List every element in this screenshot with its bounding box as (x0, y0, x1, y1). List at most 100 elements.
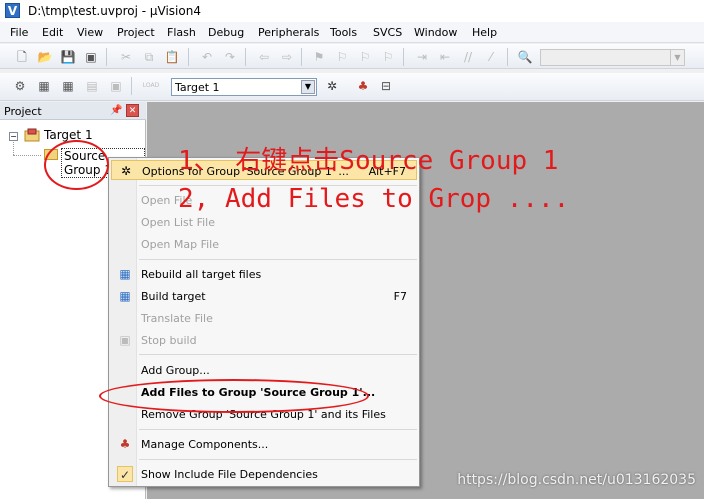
target-options-icon[interactable]: ✲ (324, 78, 340, 94)
menu-tools[interactable]: Tools (330, 26, 357, 39)
save-icon[interactable]: 💾 (60, 49, 76, 65)
menu-item-label: Show Include File Dependencies (141, 468, 318, 481)
new-file-icon[interactable]: 🗋 (14, 49, 30, 65)
rebuild-icon: ▦ (119, 267, 131, 281)
menu-debug[interactable]: Debug (208, 26, 244, 39)
toolbar-separator (301, 48, 302, 66)
menu-peripherals[interactable]: Peripherals (258, 26, 319, 39)
unindent-icon[interactable]: ⇤ (437, 49, 453, 65)
paste-icon[interactable]: 📋 (164, 49, 180, 65)
menu-separator (139, 354, 417, 355)
annotation-step-1: 1、 右键点击Source Group 1 (178, 146, 559, 176)
target-select-value: Target 1 (175, 81, 220, 94)
target-icon (24, 128, 40, 142)
build-icon[interactable]: ▦ (36, 78, 52, 94)
chevron-down-icon: ▼ (301, 80, 315, 94)
menu-item-open-map-file[interactable]: Open Map File (111, 234, 417, 254)
stop-build-icon[interactable]: ▣ (108, 78, 124, 94)
find-combo[interactable]: ▼ (540, 49, 685, 66)
menu-item-stop-build[interactable]: ▣ Stop build (111, 330, 417, 350)
menu-item-add-group[interactable]: Add Group... (111, 360, 417, 380)
tree-collapse-toggle[interactable]: − (9, 132, 18, 141)
bookmark-clear-icon[interactable]: ⚐ (380, 49, 396, 65)
build-icon: ▦ (119, 289, 131, 303)
bookmark-prev-icon[interactable]: ⚐ (334, 49, 350, 65)
menu-item-manage-components[interactable]: ♣ Manage Components... (111, 434, 417, 454)
redo-icon[interactable]: ↷ (222, 49, 238, 65)
annotation-circle-add-files (99, 379, 369, 413)
find-in-files-icon[interactable]: 🔍 (517, 49, 533, 65)
window-title: D:\tmp\test.uvproj - µVision4 (28, 4, 201, 18)
nav-forward-icon[interactable]: ⇨ (279, 49, 295, 65)
menu-separator (139, 459, 417, 460)
toolbar-separator (507, 48, 508, 66)
menu-project[interactable]: Project (117, 26, 155, 39)
menu-item-label: Rebuild all target files (141, 268, 262, 281)
menu-item-show-include-deps[interactable]: ✓ Show Include File Dependencies (111, 464, 417, 484)
menu-item-translate-file[interactable]: Translate File (111, 308, 417, 328)
menu-item-label: Translate File (141, 312, 213, 325)
menu-item-build-target[interactable]: ▦ Build target F7 (111, 286, 417, 306)
menu-svcs[interactable]: SVCS (373, 26, 402, 39)
menu-item-label: Open Map File (141, 238, 219, 251)
load-download-icon[interactable]: LOAD (141, 78, 161, 94)
toolbar-separator (131, 77, 132, 95)
menu-window[interactable]: Window (414, 26, 457, 39)
menu-item-shortcut: F7 (393, 290, 407, 303)
toolbar-separator (106, 48, 107, 66)
nav-back-icon[interactable]: ⇦ (256, 49, 272, 65)
menu-item-label: Open List File (141, 216, 216, 229)
project-panel-title: Project (4, 105, 42, 118)
toolbar-separator (188, 48, 189, 66)
chevron-down-icon: ▼ (670, 50, 684, 65)
watermark-text: https://blog.csdn.net/u013162035 (457, 472, 696, 488)
pin-icon[interactable]: 📌 (110, 105, 122, 116)
project-panel-header: Project 📌 ✕ (0, 102, 146, 120)
uvision-app-icon: V (5, 3, 20, 18)
save-all-icon[interactable]: ▣ (83, 49, 99, 65)
tree-line (13, 155, 41, 156)
menu-item-label: Build target (141, 290, 206, 303)
open-folder-icon[interactable]: 📂 (37, 49, 53, 65)
indent-icon[interactable]: ⇥ (414, 49, 430, 65)
menu-bar: File Edit View Project Flash Debug Perip… (0, 22, 704, 43)
annotation-circle-source-group (44, 140, 109, 190)
bookmark-toggle-icon[interactable]: ⚑ (311, 49, 327, 65)
cut-icon[interactable]: ✂ (118, 49, 134, 65)
comment-icon[interactable]: // (460, 49, 476, 65)
tree-line (13, 142, 14, 155)
file-extensions-icon[interactable]: ⊟ (378, 78, 394, 94)
menu-item-label: Stop build (141, 334, 197, 347)
target-select[interactable]: Target 1 ▼ (171, 78, 317, 96)
menu-item-open-list-file[interactable]: Open List File (111, 212, 417, 232)
translate-icon[interactable]: ⚙ (12, 78, 28, 94)
menu-file[interactable]: File (10, 26, 28, 39)
batch-build-icon[interactable]: ▤ (84, 78, 100, 94)
copy-icon[interactable]: ⧉ (141, 49, 157, 65)
main-toolbar: 🗋 📂 💾 ▣ ✂ ⧉ 📋 ↶ ↷ ⇦ ⇨ ⚑ ⚐ ⚐ ⚐ ⇥ ⇤ // ⁄ 🔍… (0, 44, 704, 69)
menu-item-rebuild-all[interactable]: ▦ Rebuild all target files (111, 264, 417, 284)
checkmark-icon: ✓ (117, 466, 133, 482)
menu-separator (139, 429, 417, 430)
menu-flash[interactable]: Flash (167, 26, 196, 39)
undo-icon[interactable]: ↶ (199, 49, 215, 65)
menu-item-label: Add Group... (141, 364, 210, 377)
uncomment-icon[interactable]: ⁄ (483, 49, 499, 65)
toolbar-separator (245, 48, 246, 66)
build-toolbar: ⚙ ▦ ▦ ▤ ▣ LOAD Target 1 ▼ ✲ ♣ ⊟ (0, 73, 704, 101)
menu-help[interactable]: Help (472, 26, 497, 39)
annotation-step-2: 2, Add Files to Grop .... (178, 184, 570, 214)
close-icon[interactable]: ✕ (126, 104, 139, 117)
components-icon: ♣ (119, 437, 131, 451)
stop-build-icon: ▣ (119, 333, 131, 347)
manage-components-icon[interactable]: ♣ (355, 78, 371, 94)
menu-edit[interactable]: Edit (42, 26, 63, 39)
menu-separator (139, 259, 417, 260)
title-bar: V D:\tmp\test.uvproj - µVision4 (0, 0, 704, 22)
toolbar-separator (403, 48, 404, 66)
bookmark-next-icon[interactable]: ⚐ (357, 49, 373, 65)
rebuild-icon[interactable]: ▦ (60, 78, 76, 94)
options-icon: ✲ (120, 164, 132, 178)
menu-item-label: Manage Components... (141, 438, 269, 451)
menu-view[interactable]: View (77, 26, 103, 39)
